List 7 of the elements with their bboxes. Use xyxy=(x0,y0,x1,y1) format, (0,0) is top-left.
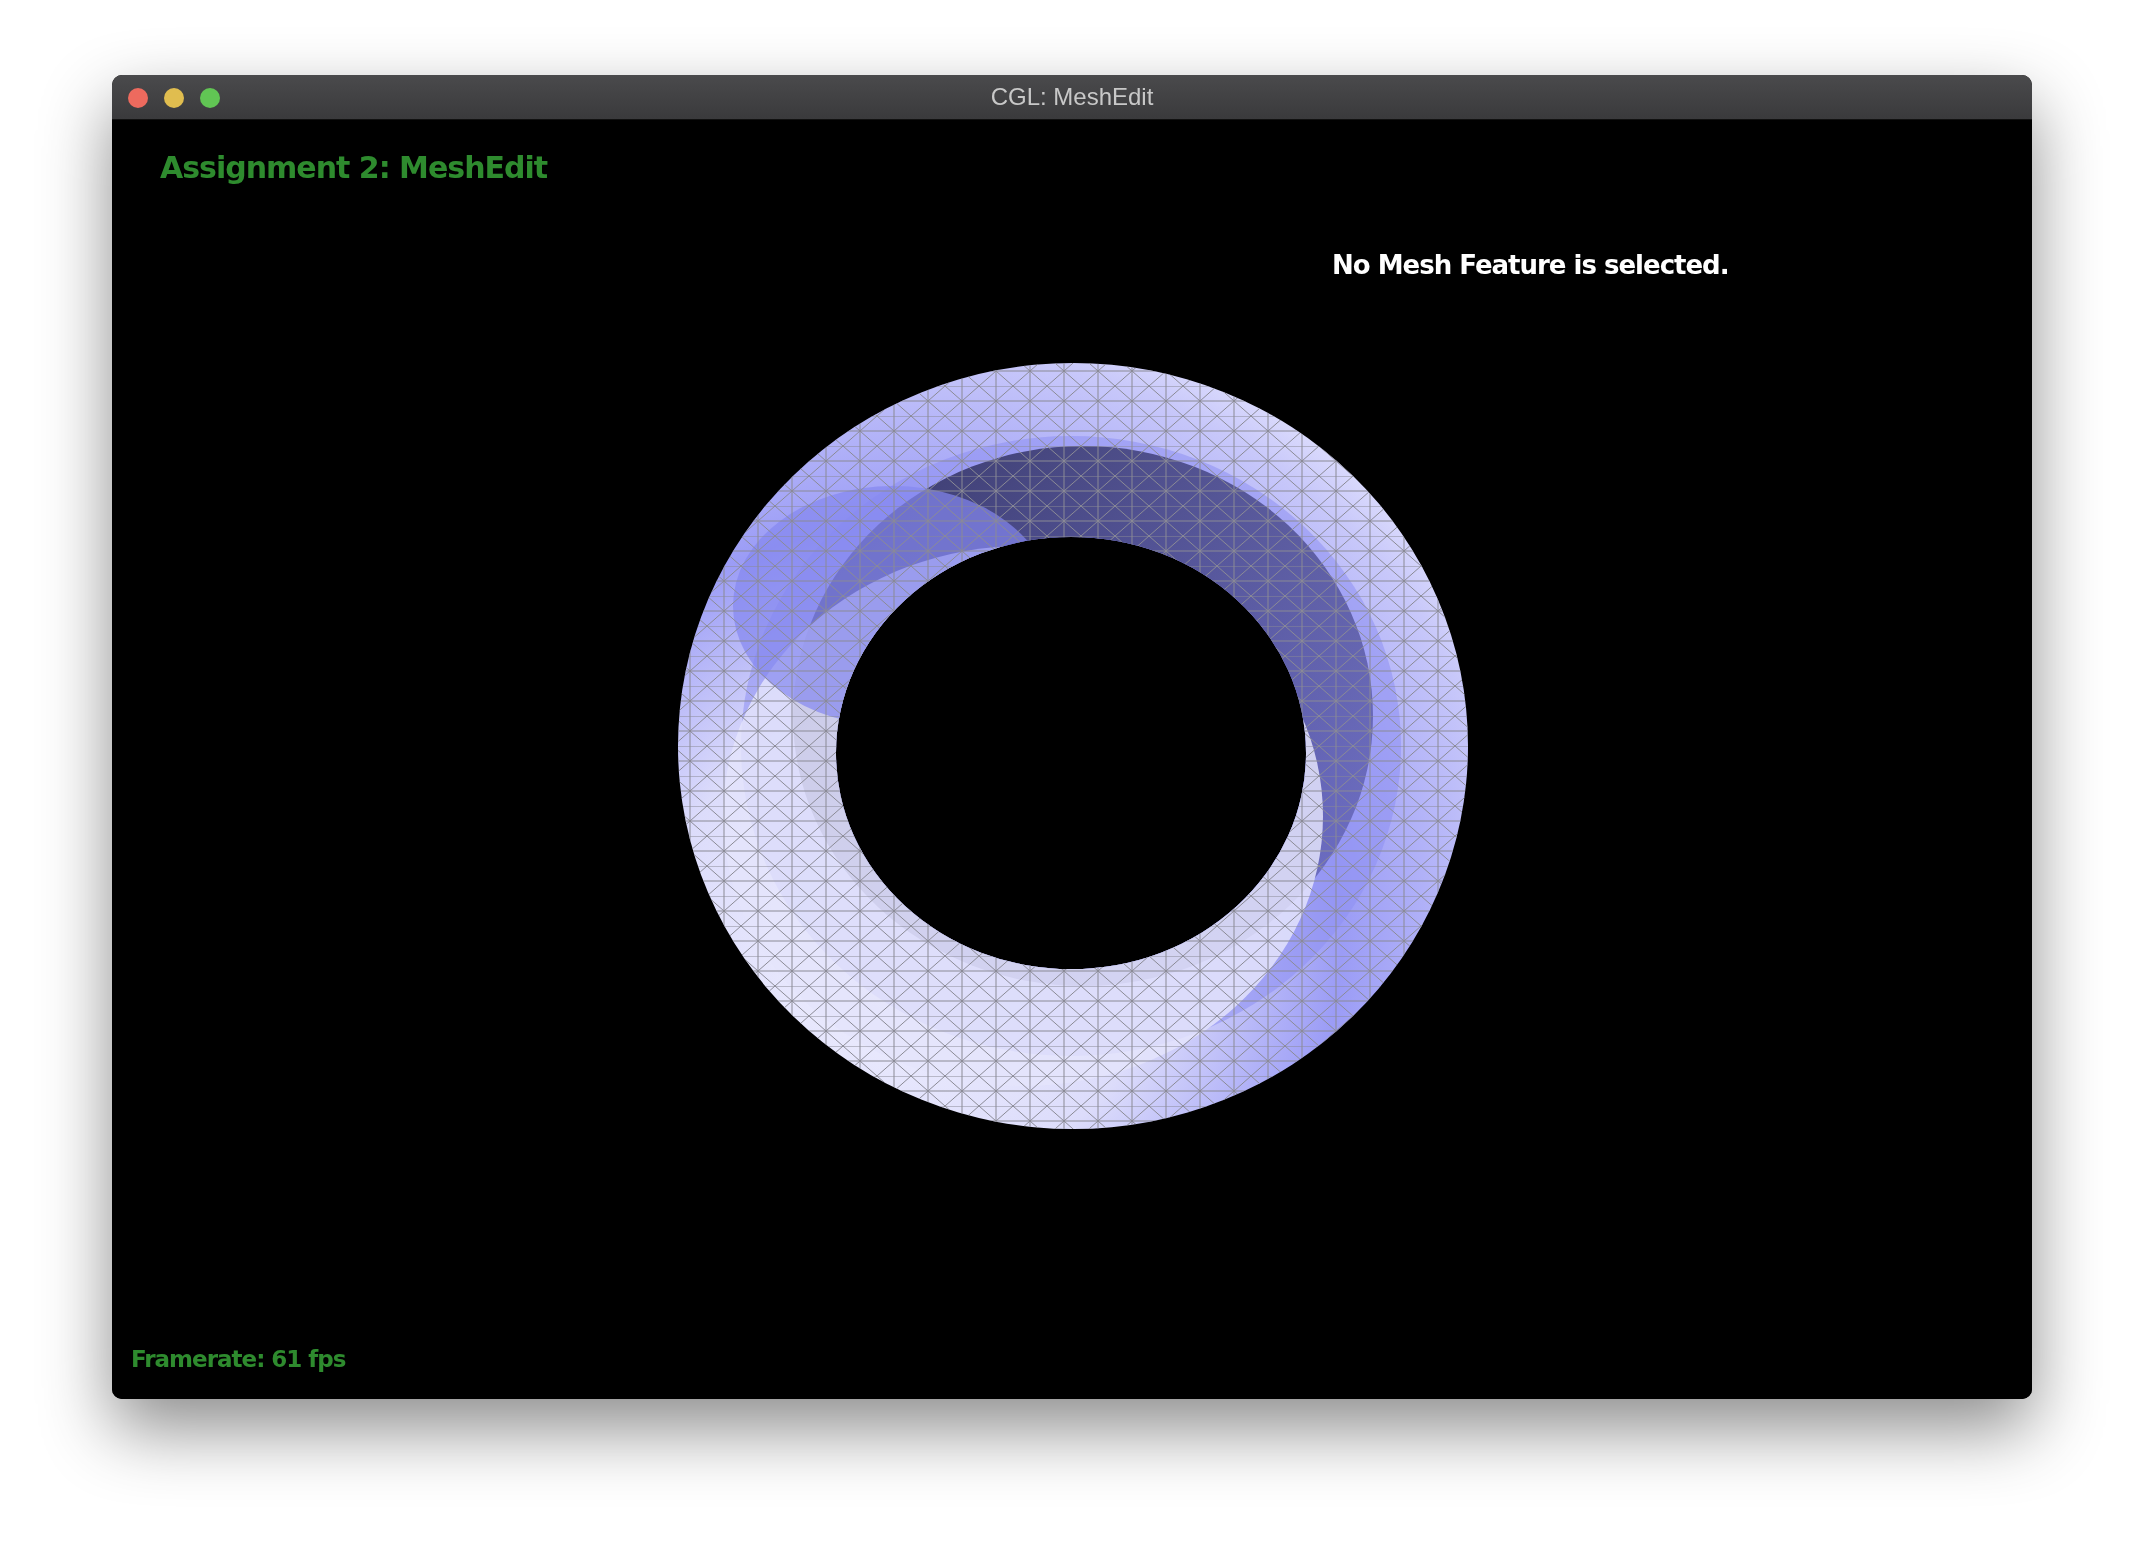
framerate-label: Framerate: 61 fps xyxy=(131,1346,346,1372)
close-button[interactable] xyxy=(128,88,148,108)
window-title: CGL: MeshEdit xyxy=(990,83,1154,111)
selection-status: No Mesh Feature is selected. xyxy=(1332,250,1729,280)
zoom-button[interactable] xyxy=(200,88,220,108)
assignment-heading: Assignment 2: MeshEdit xyxy=(160,150,548,185)
minimize-button[interactable] xyxy=(164,88,184,108)
